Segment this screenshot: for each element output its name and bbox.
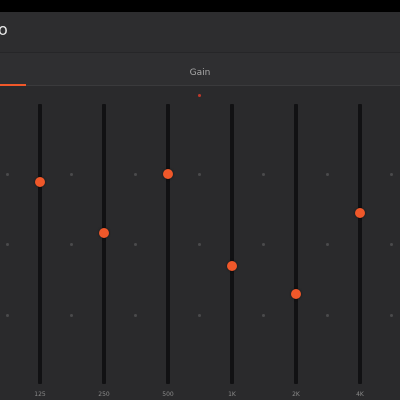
grid-dot [390,243,393,246]
band-label: 500 [162,391,174,398]
grid-dot [198,314,201,317]
grid-dot [262,173,265,176]
band-label: 250 [98,391,110,398]
grid-dot [134,173,137,176]
grid-dot [70,173,73,176]
band-slider-thumb[interactable] [35,177,45,188]
band-slider-thumb[interactable] [227,261,237,272]
band-slider-thumb[interactable] [163,169,173,179]
grid-dot [70,314,73,317]
tab-gain[interactable]: Gain [175,68,225,78]
grid-dot [262,314,265,317]
status-bar [0,0,400,12]
grid-dot [326,243,329,246]
grid-dot [134,243,137,246]
grid-dot [198,243,201,246]
grid-dot [6,173,9,176]
equalizer-panel: 125 250 500 1K 2K 4K [0,86,400,400]
app-title: o [0,20,8,39]
tab-bar: Gain [0,53,400,86]
band-slider-track[interactable] [166,104,170,384]
grid-dot [390,173,393,176]
grid-dot [326,173,329,176]
band-slider-track[interactable] [38,104,42,384]
grid-dot [134,314,137,317]
band-slider-track[interactable] [294,104,298,384]
grid-dot [6,314,9,317]
band-slider-track[interactable] [358,104,362,384]
band-label: 125 [34,391,46,398]
grid-dot [70,243,73,246]
band-label: 1K [228,391,236,398]
band-label: 2K [292,391,300,398]
band-slider-track[interactable] [102,104,106,384]
band-slider-track[interactable] [230,104,234,384]
grid-dot [198,173,201,176]
band-slider-thumb[interactable] [291,289,301,300]
grid-dot [390,314,393,317]
grid-dot [326,314,329,317]
band-slider-thumb[interactable] [355,208,365,219]
app-header: o [0,12,400,53]
grid-dot [6,243,9,246]
grid-dot [262,243,265,246]
band-slider-thumb[interactable] [99,227,109,238]
band-label: 4K [356,391,364,398]
